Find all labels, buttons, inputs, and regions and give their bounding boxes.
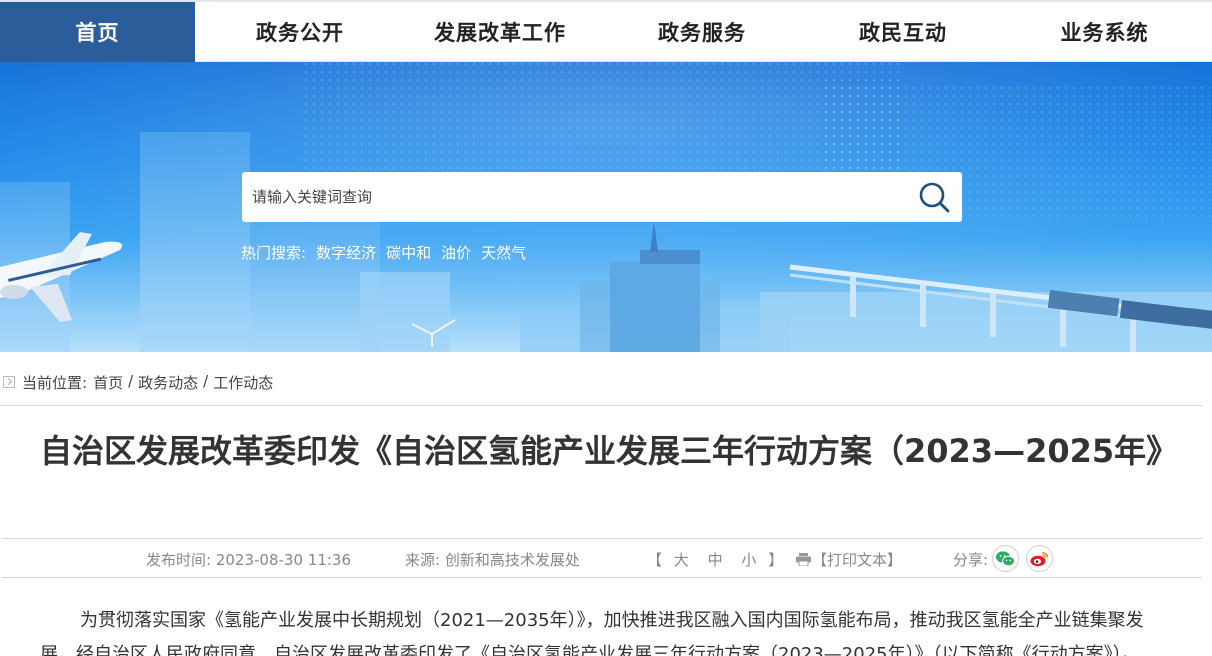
breadcrumb-label: 当前位置:	[22, 374, 88, 392]
share-wechat-button[interactable]	[992, 545, 1019, 572]
font-size-medium[interactable]: 中	[708, 551, 723, 569]
hot-search-link-digital-economy[interactable]: 数字经济	[316, 242, 376, 263]
font-size-small[interactable]: 小	[741, 551, 756, 569]
hot-search-link-natural-gas[interactable]: 天然气	[481, 242, 526, 263]
print-button[interactable]: 【打印文本】	[796, 549, 902, 570]
hot-search-link-oil-price[interactable]: 油价	[441, 242, 471, 263]
breadcrumb-link-work-news[interactable]: 工作动态	[213, 372, 273, 393]
nav-item-business-systems[interactable]: 业务系统	[997, 2, 1212, 62]
nav-item-home[interactable]: 首页	[0, 2, 195, 62]
article-source: 来源: 创新和高技术发展处	[405, 549, 580, 570]
breadcrumb-separator: /	[128, 372, 134, 390]
search-button[interactable]	[906, 172, 962, 222]
breadcrumb-separator: /	[203, 372, 209, 390]
breadcrumb: 当前位置: 首页 / 政务动态 / 工作动态	[0, 372, 1202, 406]
publish-time-value: 2023-08-30 11:36	[215, 551, 352, 569]
nav-item-development-reform[interactable]: 发展改革工作	[405, 2, 595, 62]
source-value: 创新和高技术发展处	[444, 551, 580, 569]
font-size-large[interactable]: 大	[674, 551, 689, 569]
search-icon	[919, 182, 950, 213]
search-input[interactable]	[242, 172, 906, 222]
print-icon	[796, 553, 811, 566]
article-title: 自治区发展改革委印发《自治区氢能产业发展三年行动方案（2023—2025年》	[40, 432, 1179, 470]
publish-time-label: 发布时间:	[146, 551, 212, 569]
share-label: 分享:	[953, 551, 989, 569]
publish-time: 发布时间: 2023-08-30 11:36	[146, 549, 351, 570]
breadcrumb-link-home[interactable]: 首页	[93, 372, 123, 393]
font-size-bracket-open: 【	[647, 551, 663, 569]
share-weibo-button[interactable]	[1026, 545, 1053, 572]
nav-item-gov-services[interactable]: 政务服务	[595, 2, 809, 62]
weibo-icon	[1030, 551, 1049, 566]
article-meta: 发布时间: 2023-08-30 11:36 来源: 创新和高技术发展处 【 大…	[2, 538, 1202, 578]
breadcrumb-arrow-icon	[3, 376, 15, 388]
breadcrumb-link-gov-news[interactable]: 政务动态	[138, 372, 198, 393]
search-box	[242, 172, 962, 222]
wechat-icon	[996, 550, 1015, 566]
article-body: 为贯彻落实国家《氢能产业发展中长期规划（2021—2035年）》，加快推进我区融…	[40, 610, 1144, 656]
hot-search-label: 热门搜索:	[241, 244, 307, 262]
hot-search-link-carbon-neutral[interactable]: 碳中和	[386, 242, 431, 263]
print-label: 【打印文本】	[812, 551, 903, 569]
font-size-bracket-close: 】	[768, 551, 784, 569]
source-label: 来源:	[405, 551, 441, 569]
main-nav: 首页 政务公开 发展改革工作 政务服务 政民互动 业务系统	[0, 0, 1212, 62]
hero-banner: 热门搜索: 数字经济 碳中和 油价 天然气	[0, 62, 1212, 352]
font-size-switch: 【 大 中 小 】	[647, 549, 783, 570]
hot-search: 热门搜索: 数字经济 碳中和 油价 天然气	[241, 242, 526, 263]
nav-item-gov-affairs-public[interactable]: 政务公开	[195, 2, 405, 62]
nav-item-interaction[interactable]: 政民互动	[809, 2, 997, 62]
